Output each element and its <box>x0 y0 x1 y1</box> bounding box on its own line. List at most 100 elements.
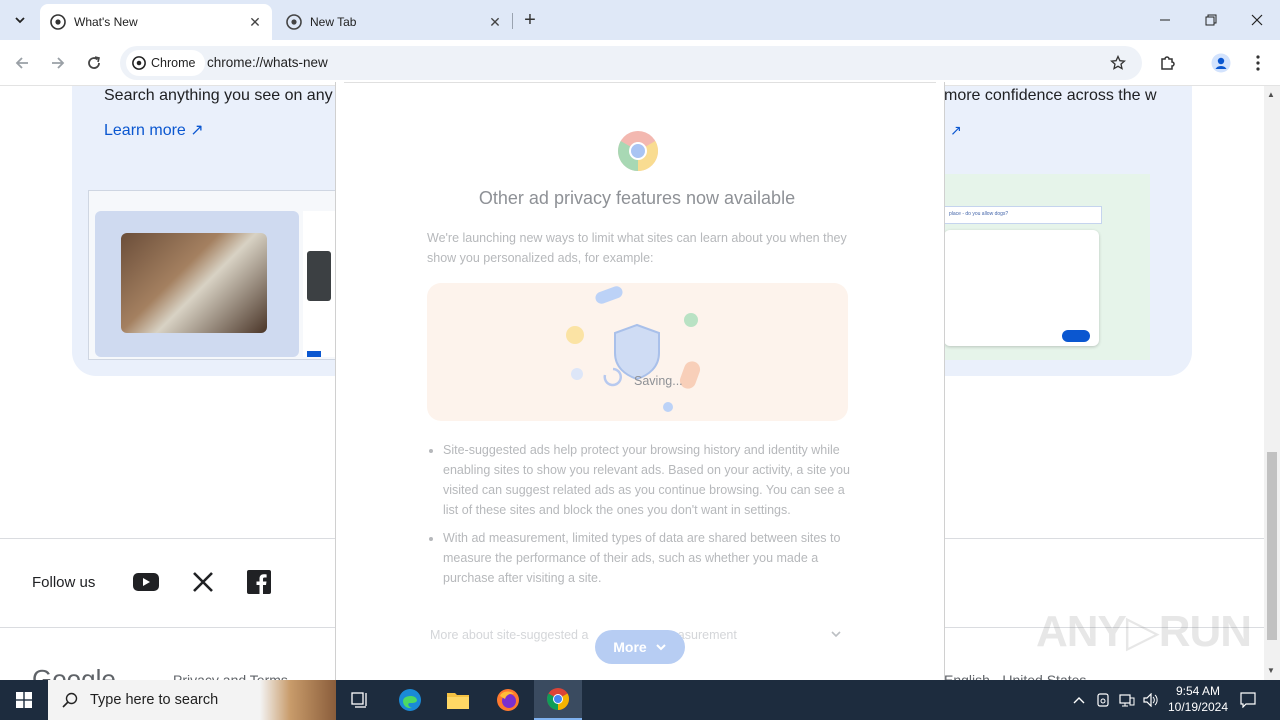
youtube-icon[interactable] <box>133 569 159 595</box>
more-vert-icon <box>1256 55 1260 71</box>
task-view-button[interactable] <box>336 680 384 720</box>
chip-label: Chrome <box>151 56 196 70</box>
screenshot-panel <box>95 211 299 357</box>
search-icon <box>62 692 78 708</box>
anyrun-watermark: ANY▷RUN <box>1036 607 1252 656</box>
avatar-icon <box>1211 53 1231 73</box>
chevron-up-icon <box>1073 697 1085 704</box>
edge-icon <box>399 689 421 711</box>
dialog-divider <box>344 82 936 83</box>
tray-device-button[interactable] <box>1093 680 1113 720</box>
back-button[interactable] <box>9 50 35 76</box>
tab-title: What's New <box>74 15 138 29</box>
ad-privacy-dialog: Other ad privacy features now available … <box>335 82 945 680</box>
screenshot-sidepanel <box>303 211 337 357</box>
more-button-label: More <box>613 639 647 655</box>
card-left-text: Search anything you see on any <box>104 87 333 104</box>
bookmark-button[interactable] <box>1105 50 1131 76</box>
restore-button[interactable] <box>1188 0 1234 40</box>
firefox-button[interactable] <box>484 680 532 720</box>
clock-time: 9:54 AM <box>1175 684 1221 698</box>
volume-button[interactable] <box>1140 680 1162 720</box>
windows-taskbar: Type here to search 9:54 AM 10/19/2024 <box>0 680 1280 720</box>
tab-separator <box>512 13 513 29</box>
extensions-button[interactable] <box>1155 50 1181 76</box>
tab-new-tab[interactable]: New Tab ✕ <box>276 4 512 40</box>
close-tab-icon[interactable]: ✕ <box>486 13 504 31</box>
network-button[interactable] <box>1116 680 1138 720</box>
system-clock[interactable]: 9:54 AM 10/19/2024 <box>1160 683 1236 715</box>
close-window-button[interactable] <box>1234 0 1280 40</box>
language-selector[interactable]: English - United States <box>944 672 1086 680</box>
search-highlight-image <box>260 680 336 720</box>
url-text[interactable]: chrome://whats-new <box>207 55 328 70</box>
chrome-taskbar-button[interactable] <box>534 680 582 720</box>
chrome-icon <box>286 14 302 30</box>
reload-icon <box>88 56 100 69</box>
taskbar-search[interactable]: Type here to search <box>48 680 336 720</box>
puzzle-icon <box>1161 56 1175 70</box>
tab-strip: What's New ✕ New Tab ✕ + <box>0 0 1280 40</box>
network-icon <box>1119 694 1135 707</box>
saving-status: Saving... <box>634 374 683 388</box>
card-right-text: more confidence across the w <box>944 87 1157 104</box>
chrome-icon <box>50 14 66 30</box>
follow-us-label: Follow us <box>32 574 96 591</box>
chevron-down-icon <box>656 644 666 651</box>
task-view-icon <box>351 692 367 708</box>
more-about-label: More about site-suggested a <box>430 628 589 642</box>
chevron-down-icon <box>15 17 25 24</box>
volume-icon <box>1143 693 1158 707</box>
suitcase-icon <box>307 251 331 357</box>
restore-icon <box>1205 14 1217 26</box>
chrome-icon <box>547 688 569 710</box>
forward-button[interactable] <box>45 50 71 76</box>
expand-chevron-icon[interactable] <box>830 628 842 642</box>
windows-logo-icon <box>16 692 32 708</box>
reload-button[interactable] <box>81 50 107 76</box>
menu-button[interactable] <box>1245 50 1271 76</box>
start-button[interactable] <box>0 680 48 720</box>
address-bar[interactable]: Chrome chrome://whats-new <box>120 46 1142 80</box>
tray-overflow-button[interactable] <box>1070 680 1088 720</box>
chrome-icon <box>132 56 146 70</box>
scroll-down-icon[interactable]: ▼ <box>1267 666 1275 675</box>
browser-toolbar: Chrome chrome://whats-new <box>0 40 1280 86</box>
facebook-icon[interactable] <box>246 569 272 595</box>
taskbar-search-placeholder: Type here to search <box>90 692 219 708</box>
new-tab-button[interactable]: + <box>518 8 542 32</box>
tab-whats-new[interactable]: What's New ✕ <box>40 4 272 40</box>
screenshot-insert-button <box>1062 330 1090 342</box>
external-link-icon[interactable]: ↗ <box>950 122 962 139</box>
learn-more-link[interactable]: Learn more ↗ <box>104 120 204 140</box>
dialog-description: We're launching new ways to limit what s… <box>427 231 847 265</box>
site-info-chip[interactable]: Chrome <box>126 50 206 76</box>
chrome-logo-icon <box>618 131 658 171</box>
screen: What's New ✕ New Tab ✕ + Chrome chrome:/… <box>0 0 1280 720</box>
screenshot-dialog <box>944 230 1099 346</box>
tab-search-button[interactable] <box>8 8 32 32</box>
minimize-button[interactable] <box>1142 0 1188 40</box>
close-tab-icon[interactable]: ✕ <box>246 13 264 31</box>
shield-illustration-icon <box>566 286 701 412</box>
x-icon[interactable] <box>190 569 216 595</box>
more-button[interactable]: More <box>595 630 685 664</box>
star-icon <box>1110 55 1126 70</box>
notification-icon <box>1240 692 1256 708</box>
profile-button[interactable] <box>1208 50 1234 76</box>
file-explorer-button[interactable] <box>434 680 482 720</box>
bullet-site-suggested-ads: Site-suggested ads help protect your bro… <box>443 440 851 520</box>
clock-date: 10/19/2024 <box>1167 700 1229 714</box>
feature-screenshot-right: place - do you allow dogs? <box>944 174 1150 360</box>
feature-bullet-list: Site-suggested ads help protect your bro… <box>443 440 851 596</box>
firefox-icon <box>497 689 519 711</box>
edge-taskbar-button[interactable] <box>386 680 434 720</box>
scroll-up-icon[interactable]: ▲ <box>1267 90 1275 99</box>
back-arrow-icon <box>15 57 28 69</box>
notifications-button[interactable] <box>1236 680 1260 720</box>
close-icon <box>1251 14 1263 26</box>
more-about-expander[interactable]: More about site-suggested a measurement <box>430 628 737 642</box>
page-scrollbar[interactable]: ▲ ▼ <box>1264 86 1280 680</box>
privacy-terms-link[interactable]: Privacy and Terms <box>173 672 288 680</box>
scroll-thumb[interactable] <box>1267 452 1277 640</box>
